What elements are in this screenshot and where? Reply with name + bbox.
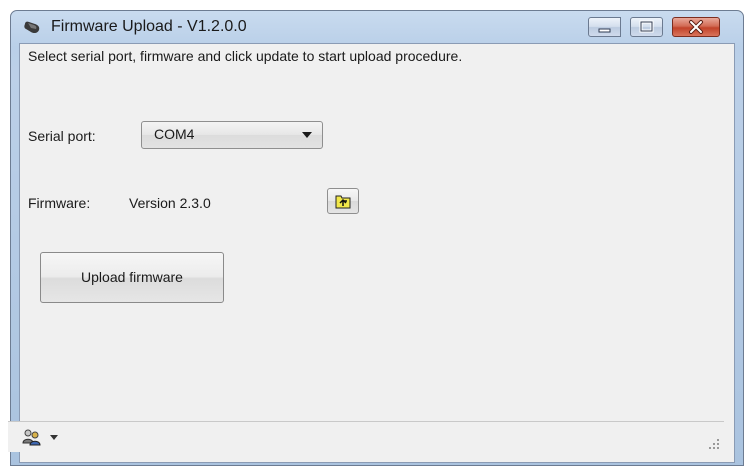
maximize-button[interactable] [630, 17, 663, 37]
serial-port-select[interactable]: COM4 [141, 121, 323, 149]
upload-firmware-button[interactable]: Upload firmware [40, 252, 224, 303]
folder-up-icon [335, 195, 351, 209]
serial-port-value: COM4 [154, 126, 195, 142]
chevron-down-icon [302, 132, 312, 138]
window-title: Firmware Upload - V1.2.0.0 [51, 18, 247, 35]
firmware-version: Version 2.3.0 [129, 195, 211, 211]
hand-icon [23, 19, 41, 35]
browse-firmware-button[interactable] [327, 188, 359, 214]
close-button[interactable] [672, 17, 720, 37]
users-icon[interactable] [22, 428, 42, 446]
firmware-upload-window: Firmware Upload - V1.2.0.0 [10, 10, 744, 466]
title-bar[interactable]: Firmware Upload - V1.2.0.0 [11, 11, 743, 43]
chevron-down-icon[interactable] [50, 435, 58, 440]
status-bar [8, 421, 724, 452]
minimize-button[interactable] [588, 17, 621, 37]
firmware-label: Firmware: [28, 195, 91, 211]
minimize-icon [598, 28, 611, 33]
resize-grip-icon[interactable] [708, 437, 720, 449]
instruction-text: Select serial port, firmware and click u… [28, 48, 463, 64]
close-icon [689, 20, 703, 34]
serial-port-label: Serial port: [28, 128, 96, 144]
maximize-icon [639, 20, 654, 33]
